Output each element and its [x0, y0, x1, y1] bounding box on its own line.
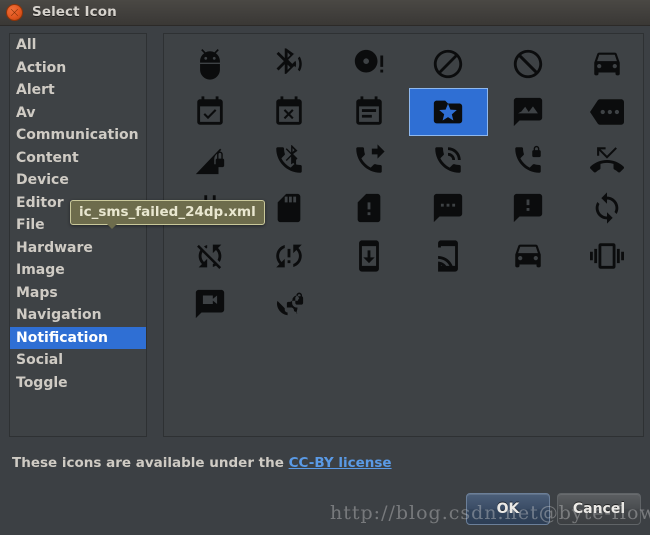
icon-cell-sms[interactable]	[409, 184, 489, 232]
vibration-icon	[590, 239, 625, 273]
icon-cell-phone-forwarded[interactable]	[329, 136, 409, 184]
sd-card-icon	[272, 191, 306, 225]
sync-icon	[590, 191, 624, 225]
icon-cell-bluetooth-audio[interactable]	[250, 40, 330, 88]
network-locked-icon	[193, 143, 227, 177]
icon-cell-do-not-disturb-alt[interactable]	[409, 40, 489, 88]
category-item-hardware[interactable]: Hardware	[10, 237, 146, 260]
icon-cell-sim-card-alert[interactable]	[329, 184, 409, 232]
event-busy-icon	[272, 95, 306, 129]
do-not-disturb-alt-icon	[431, 47, 465, 81]
icon-cell-voice-chat[interactable]	[170, 280, 250, 328]
category-item-notification[interactable]: Notification	[10, 326, 146, 349]
category-list[interactable]: All Action Alert Av Communication Content Devi…	[9, 33, 147, 437]
category-item-image[interactable]: Image	[10, 259, 146, 282]
icon-cell-folder-special[interactable]	[408, 88, 488, 136]
vpn-lock-icon	[272, 287, 306, 321]
sync-disabled-icon	[193, 239, 227, 273]
folder-special-icon	[431, 95, 465, 129]
disc-full-icon	[352, 47, 386, 81]
icon-cell-sms-failed[interactable]	[488, 184, 568, 232]
voice-chat-icon	[193, 287, 227, 321]
icon-cell-vpn-lock[interactable]	[250, 280, 330, 328]
phone-in-talk-icon	[431, 143, 465, 177]
mms-icon	[511, 95, 545, 129]
drive-eta-icon	[590, 47, 624, 81]
category-item-content[interactable]: Content	[10, 147, 146, 170]
category-item-action[interactable]: Action	[10, 57, 146, 80]
phone-bluetooth-speaker-icon	[272, 143, 306, 177]
icon-cell-sync-disabled[interactable]	[170, 232, 250, 280]
sim-card-alert-icon	[352, 191, 386, 225]
icon-cell-event-note[interactable]	[329, 88, 409, 136]
icon-cell-phone-locked[interactable]	[488, 136, 568, 184]
icon-cell-disc-full[interactable]	[329, 40, 409, 88]
category-item-all[interactable]: All	[10, 34, 146, 57]
phone-locked-icon	[511, 143, 545, 177]
do-not-disturb-icon	[511, 47, 545, 81]
system-update-icon	[352, 239, 386, 273]
cc-by-license-link[interactable]: CC-BY license	[289, 455, 392, 471]
category-item-av[interactable]: Av	[10, 102, 146, 125]
cancel-button[interactable]: Cancel	[557, 493, 641, 525]
category-item-alert[interactable]: Alert	[10, 79, 146, 102]
icon-cell-sync-problem[interactable]	[250, 232, 330, 280]
icon-cell-sync[interactable]	[568, 184, 644, 232]
icon-cell-do-not-disturb[interactable]	[488, 40, 568, 88]
ok-button[interactable]: OK	[466, 493, 550, 525]
icon-cell-phone-bluetooth-speaker[interactable]	[250, 136, 330, 184]
icon-cell-more[interactable]	[568, 88, 644, 136]
icon-cell-phone-in-talk[interactable]	[409, 136, 489, 184]
icon-cell-mms[interactable]	[488, 88, 568, 136]
icon-cell-network-locked[interactable]	[170, 136, 250, 184]
adb-icon	[193, 47, 227, 81]
icon-cell-system-update[interactable]	[329, 232, 409, 280]
close-icon[interactable]	[6, 4, 23, 21]
icon-cell-time-to-leave[interactable]	[488, 232, 568, 280]
icon-cell-event-available[interactable]	[170, 88, 250, 136]
icon-name-tooltip: ic_sms_failed_24dp.xml	[70, 200, 265, 225]
window-title: Select Icon	[32, 4, 117, 20]
event-note-icon	[352, 95, 386, 129]
icon-cell-event-busy[interactable]	[250, 88, 330, 136]
license-text: These icons are available under the	[12, 455, 289, 471]
sync-problem-icon	[272, 239, 306, 273]
event-available-icon	[193, 95, 227, 129]
window-titlebar: Select Icon	[0, 0, 650, 26]
icon-cell-vibration[interactable]	[568, 232, 644, 280]
icon-grid-panel[interactable]	[163, 33, 644, 437]
sms-failed-icon	[511, 191, 545, 225]
category-item-maps[interactable]: Maps	[10, 282, 146, 305]
category-item-communication[interactable]: Communication	[10, 124, 146, 147]
time-to-leave-icon	[511, 239, 545, 273]
category-item-toggle[interactable]: Toggle	[10, 372, 146, 395]
sms-icon	[431, 191, 465, 225]
icon-grid	[164, 34, 644, 328]
phone-missed-icon	[590, 143, 625, 177]
tooltip-arrow	[105, 222, 119, 229]
icon-cell-drive-eta[interactable]	[568, 40, 644, 88]
icon-cell-tap-and-play[interactable]	[409, 232, 489, 280]
tap-and-play-icon	[431, 239, 465, 273]
category-item-device[interactable]: Device	[10, 169, 146, 192]
select-icon-dialog: Select Icon All Action Alert Av Communicatio…	[0, 0, 650, 535]
more-icon	[590, 95, 625, 129]
icon-cell-phone-missed[interactable]	[568, 136, 644, 184]
phone-forwarded-icon	[352, 143, 386, 177]
bluetooth-audio-icon	[272, 47, 306, 81]
icon-cell-adb[interactable]	[170, 40, 250, 88]
category-item-social[interactable]: Social	[10, 349, 146, 372]
license-notice: These icons are available under the CC-B…	[12, 455, 392, 471]
category-item-navigation[interactable]: Navigation	[10, 304, 146, 327]
